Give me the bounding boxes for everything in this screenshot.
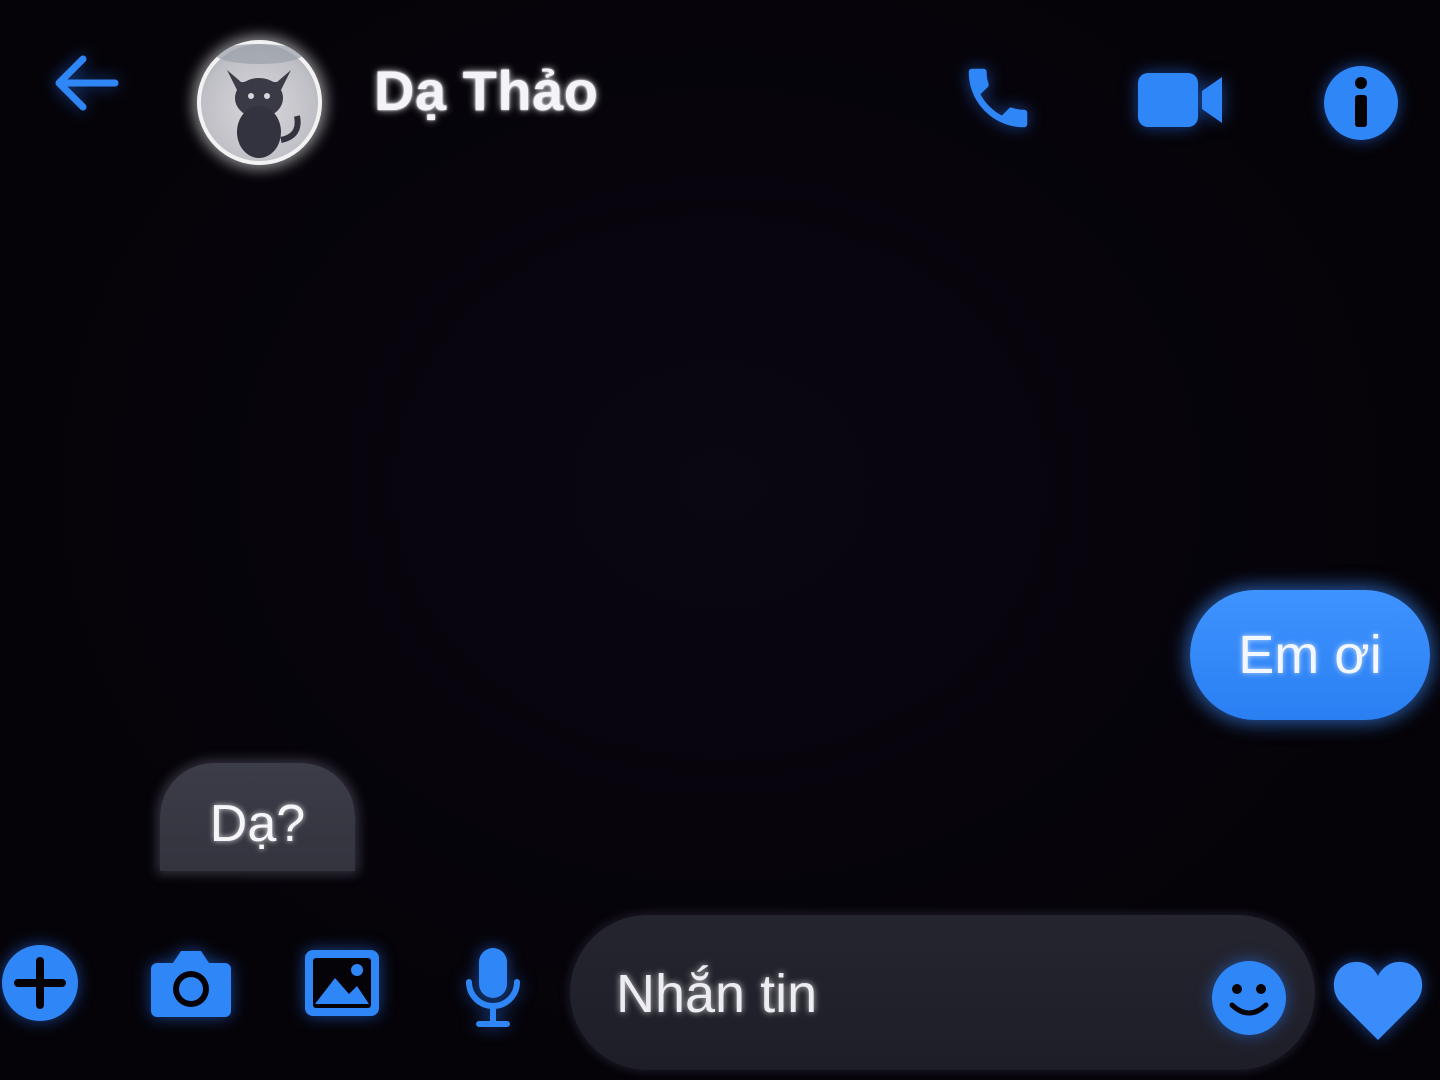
back-arrow-icon	[55, 55, 119, 111]
message-input-placeholder: Nhắn tin	[616, 964, 818, 1024]
emoji-icon	[1212, 961, 1286, 1035]
image-icon	[305, 949, 379, 1016]
chat-screen: Dạ Thảo Em ơi Dạ? Nhắn tin	[0, 0, 1440, 1080]
message-text: Em ơi	[1238, 625, 1382, 685]
info-button[interactable]	[1318, 60, 1403, 145]
camera-icon	[150, 950, 231, 1017]
video-call-button[interactable]	[1130, 65, 1230, 135]
message-text: Dạ?	[209, 795, 306, 853]
avatar[interactable]	[197, 40, 322, 165]
info-icon	[1323, 65, 1398, 140]
heart-icon	[1333, 961, 1422, 1040]
call-button[interactable]	[955, 55, 1040, 140]
phone-icon	[968, 68, 1027, 127]
camera-button[interactable]	[148, 945, 233, 1020]
outgoing-message[interactable]: Em ơi	[1190, 590, 1430, 720]
like-button[interactable]	[1330, 955, 1425, 1045]
back-button[interactable]	[45, 45, 125, 121]
emoji-button[interactable]	[1208, 957, 1290, 1039]
message-input[interactable]: Nhắn tin	[570, 915, 1315, 1070]
voice-message-button[interactable]	[460, 945, 525, 1030]
cat-avatar-image	[215, 44, 303, 158]
more-actions-button[interactable]	[0, 940, 80, 1025]
incoming-message[interactable]: Dạ?	[160, 763, 355, 871]
chat-header: Dạ Thảo	[0, 0, 1440, 190]
plus-icon	[2, 944, 78, 1021]
contact-name[interactable]: Dạ Thảo	[374, 58, 598, 123]
video-camera-icon	[1138, 73, 1222, 127]
microphone-icon	[465, 947, 520, 1027]
gallery-button[interactable]	[302, 945, 382, 1020]
